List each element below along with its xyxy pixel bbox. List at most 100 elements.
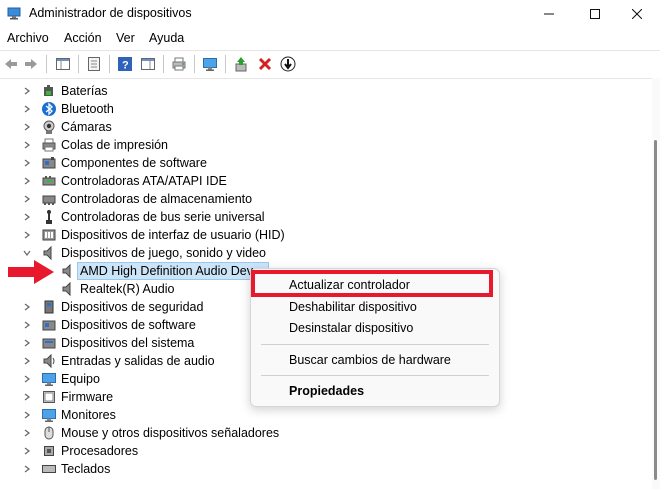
usb-icon: [41, 209, 57, 225]
chevron-right-icon[interactable]: [22, 356, 32, 366]
tree-item-label: Realtek(R) Audio: [80, 282, 175, 296]
down-arrow-circle-icon: [280, 56, 296, 72]
menu-bar: Archivo Acción Ver Ayuda: [0, 27, 660, 49]
close-button[interactable]: [614, 0, 660, 27]
menu-ayuda[interactable]: Ayuda: [149, 31, 184, 45]
tree-item-label: Dispositivos de juego, sonido y video: [61, 246, 266, 260]
print-button[interactable]: [171, 56, 187, 72]
maximize-icon: [590, 8, 600, 19]
hid-icon: [41, 227, 57, 243]
menu-separator: [261, 375, 489, 376]
tree-item-label: Teclados: [61, 462, 111, 476]
tree-item-label: Dispositivos de seguridad: [61, 300, 204, 314]
tree-category-item[interactable]: Mouse y otros dispositivos señaladores: [0, 424, 650, 442]
chevron-right-icon[interactable]: [22, 194, 32, 204]
firmware-icon: [41, 389, 57, 405]
tree-item-label: Equipo: [61, 372, 100, 386]
chevron-right-icon[interactable]: [22, 410, 32, 420]
tree-item-label: Dispositivos de interfaz de usuario (HID…: [61, 228, 285, 242]
menu-disable-device[interactable]: Deshabilitar dispositivo: [289, 300, 417, 314]
security-device-icon: [41, 299, 57, 315]
system-device-icon: [41, 335, 57, 351]
processor-icon: [41, 443, 57, 459]
minimize-button[interactable]: [526, 0, 572, 27]
tree-item-label: Entradas y salidas de audio: [61, 354, 215, 368]
printer-icon: [41, 137, 57, 153]
chevron-right-icon[interactable]: [22, 464, 32, 474]
tree-category-item[interactable]: Colas de impresión: [0, 136, 650, 154]
maximize-button[interactable]: [572, 0, 618, 27]
action-pane-button[interactable]: [140, 56, 156, 72]
tree-category-item[interactable]: Monitores: [0, 406, 650, 424]
chevron-right-icon[interactable]: [22, 428, 32, 438]
tree-category-item[interactable]: Teclados: [0, 460, 650, 478]
menu-uninstall-device[interactable]: Desinstalar dispositivo: [289, 321, 413, 335]
red-arrow-annotation: [8, 260, 54, 284]
uninstall-device-button[interactable]: [257, 56, 273, 72]
menu-scan-hardware[interactable]: Buscar cambios de hardware: [289, 353, 451, 367]
tree-category-item[interactable]: Procesadores: [0, 442, 650, 460]
tree-category-item[interactable]: Bluetooth: [0, 100, 650, 118]
scrollbar-thumb[interactable]: [654, 140, 657, 480]
tree-category-item[interactable]: Dispositivos de interfaz de usuario (HID…: [0, 226, 650, 244]
menu-archivo[interactable]: Archivo: [7, 31, 49, 45]
properties-sheet-icon: [88, 57, 100, 71]
bluetooth-icon: [41, 101, 57, 117]
chevron-right-icon[interactable]: [22, 320, 32, 330]
console-tree-icon: [56, 58, 70, 70]
menu-ver[interactable]: Ver: [116, 31, 135, 45]
help-button[interactable]: ?: [117, 56, 133, 72]
forward-arrow-icon: [25, 59, 37, 69]
menu-properties[interactable]: Propiedades: [289, 384, 364, 398]
tree-category-item[interactable]: Dispositivos de juego, sonido y video: [0, 244, 650, 262]
action-pane-icon: [141, 58, 155, 70]
tree-item-label: Cámaras: [61, 120, 112, 134]
audio-io-icon: [41, 353, 57, 369]
chevron-right-icon[interactable]: [22, 230, 32, 240]
window-title: Administrador de dispositivos: [29, 6, 192, 20]
chevron-right-icon[interactable]: [22, 140, 32, 150]
chevron-right-icon[interactable]: [22, 446, 32, 456]
chevron-right-icon[interactable]: [22, 122, 32, 132]
chevron-down-icon[interactable]: [22, 248, 32, 258]
tree-item-label: AMD High Definition Audio Dev: [80, 264, 253, 278]
back-button[interactable]: [3, 56, 19, 72]
svg-text:?: ?: [122, 60, 129, 72]
console-tree-button[interactable]: [55, 56, 71, 72]
storage-controller-icon: [41, 191, 57, 207]
monitor-scan-icon: [203, 58, 217, 71]
properties-toolbar-button[interactable]: [86, 56, 102, 72]
back-arrow-icon: [5, 59, 17, 69]
tree-category-item[interactable]: Baterías: [0, 82, 650, 100]
update-driver-button[interactable]: [233, 56, 249, 72]
tree-category-item[interactable]: Componentes de software: [0, 154, 650, 172]
tree-item-label: Colas de impresión: [61, 138, 168, 152]
chevron-right-icon[interactable]: [22, 338, 32, 348]
scan-hardware-button[interactable]: [202, 56, 218, 72]
device-manager-icon: [7, 7, 21, 20]
chevron-right-icon[interactable]: [22, 86, 32, 96]
title-bar: Administrador de dispositivos: [0, 0, 660, 27]
tree-item-label: Componentes de software: [61, 156, 207, 170]
speaker-icon: [60, 281, 76, 297]
chevron-right-icon[interactable]: [22, 212, 32, 222]
tree-item-label: Firmware: [61, 390, 114, 404]
tree-item-label: Mouse y otros dispositivos señaladores: [61, 426, 280, 440]
tree-item-label: Dispositivos de software: [61, 318, 196, 332]
menu-accion[interactable]: Acción: [64, 31, 102, 45]
computer-icon: [41, 371, 57, 387]
tree-category-item[interactable]: Cámaras: [0, 118, 650, 136]
menu-separator: [261, 344, 489, 345]
tree-item-label: Controladoras ATA/ATAPI IDE: [61, 174, 227, 188]
tree-category-item[interactable]: Controladoras de bus serie universal: [0, 208, 650, 226]
chevron-right-icon[interactable]: [22, 302, 32, 312]
chevron-right-icon[interactable]: [22, 392, 32, 402]
chevron-right-icon[interactable]: [22, 374, 32, 384]
disable-device-button[interactable]: [280, 56, 296, 72]
chevron-right-icon[interactable]: [22, 158, 32, 168]
forward-button[interactable]: [23, 56, 39, 72]
tree-category-item[interactable]: Controladoras de almacenamiento: [0, 190, 650, 208]
chevron-right-icon[interactable]: [22, 104, 32, 114]
chevron-right-icon[interactable]: [22, 176, 32, 186]
tree-category-item[interactable]: Controladoras ATA/ATAPI IDE: [0, 172, 650, 190]
